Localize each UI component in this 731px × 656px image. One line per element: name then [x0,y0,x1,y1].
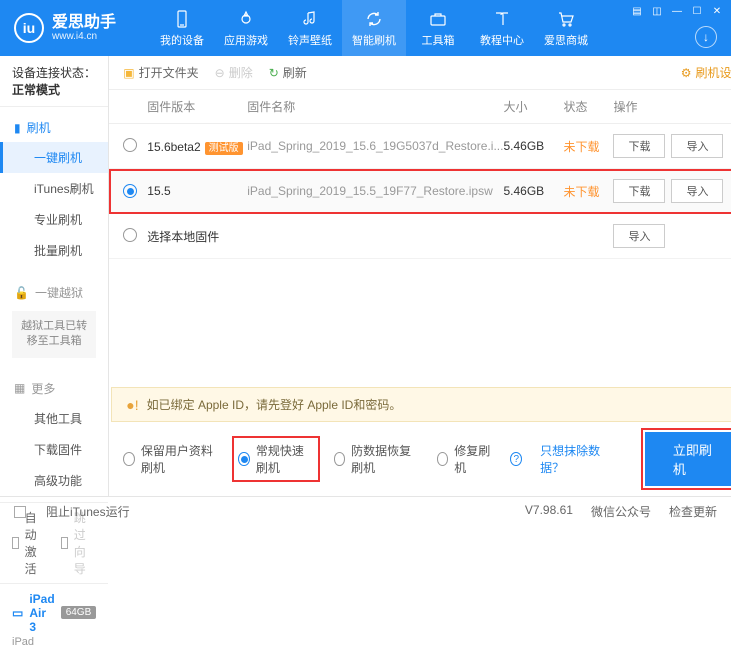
table-header: 固件版本 固件名称 大小 状态 操作 [109,90,731,124]
sidebar-group-flash[interactable]: ▮刷机 [0,113,108,142]
more-icon: ▦ [14,381,25,395]
cart-icon [556,9,576,29]
app-url: www.i4.cn [52,31,116,42]
opt-keep-data[interactable]: 保留用户资料刷机 [123,442,218,476]
firmware-radio[interactable] [123,138,137,152]
win-menu-icon[interactable]: ▤ [629,4,645,18]
sidebar-group-more[interactable]: ▦更多 [0,374,108,403]
radio-icon [238,452,250,466]
main-panel: ▣打开文件夹 ⊖删除 ↻刷新 ⚙刷机设置 固件版本 固件名称 大小 状态 操作 … [109,56,731,496]
sidebar-item-batch[interactable]: 批量刷机 [0,235,108,266]
warning-icon: ●! [126,397,138,413]
block-itunes-checkbox[interactable] [14,506,26,518]
download-button[interactable]: 下载 [613,134,665,158]
local-firmware-row[interactable]: 选择本地固件 导入 [109,214,731,259]
open-folder-button[interactable]: ▣打开文件夹 [123,64,198,81]
delete-icon: ⊖ [215,66,225,80]
sidebar-item-advanced[interactable]: 高级功能 [0,465,108,496]
jailbreak-note: 越狱工具已转移至工具箱 [12,311,96,358]
logo-icon: iu [14,13,44,43]
info-icon[interactable]: ? [510,452,522,466]
refresh-small-icon: ↻ [269,66,279,80]
opt-normal[interactable]: 常规快速刷机 [236,440,315,478]
apps-icon [236,9,256,29]
storage-badge: 64GB [61,606,97,619]
phone-small-icon: ▮ [14,121,21,135]
nav-toolbox[interactable]: 工具箱 [406,0,470,56]
nav-ringtones[interactable]: 铃声壁纸 [278,0,342,56]
warning-bar: ●! 如已绑定 Apple ID，请先登好 Apple ID和密码。 ✕ [111,387,731,422]
flash-settings-button[interactable]: ⚙刷机设置 [681,64,731,81]
music-icon [300,9,320,29]
sidebar-item-pro[interactable]: 专业刷机 [0,204,108,235]
gear-icon: ⚙ [681,66,692,80]
refresh-icon [364,9,384,29]
firmware-row[interactable]: 15.5 iPad_Spring_2019_15.5_19F77_Restore… [109,169,731,214]
firmware-radio[interactable] [123,228,137,242]
window-controls: ▤ ◫ — ☐ ✕ [629,4,725,18]
sidebar-item-downloadfw[interactable]: 下载固件 [0,434,108,465]
download-indicator-icon[interactable]: ↓ [695,26,717,48]
radio-icon [123,452,135,466]
device-card[interactable]: ▭iPad Air 364GB iPad [0,583,108,656]
sidebar-item-other[interactable]: 其他工具 [0,403,108,434]
check-update-link[interactable]: 检查更新 [669,503,717,520]
flash-now-button[interactable]: 立即刷机 [645,432,731,486]
firmware-row[interactable]: 15.6beta2测试版 iPad_Spring_2019_15.6_19G50… [109,124,731,169]
connection-status: 设备连接状态：正常模式 [0,56,108,107]
sidebar-item-oneclick[interactable]: 一键刷机 [0,142,108,173]
app-name: 爱思助手 [52,14,116,32]
radio-icon [437,452,449,466]
import-button[interactable]: 导入 [671,179,723,203]
top-nav: 我的设备 应用游戏 铃声壁纸 智能刷机 工具箱 教程中心 爱思商城 [150,0,598,56]
app-logo: iu 爱思助手 www.i4.cn [0,13,130,43]
toolbox-icon [428,9,448,29]
nav-flash[interactable]: 智能刷机 [342,0,406,56]
opt-repair[interactable]: 修复刷机 [437,442,493,476]
status-bar: 阻止iTunes运行 V7.98.61 微信公众号 检查更新 [0,496,731,526]
import-button[interactable]: 导入 [613,224,665,248]
book-icon [492,9,512,29]
erase-link[interactable]: 只想抹除数据？ [540,442,609,476]
nav-apps[interactable]: 应用游戏 [214,0,278,56]
toolbar: ▣打开文件夹 ⊖删除 ↻刷新 ⚙刷机设置 [109,56,731,90]
wechat-link[interactable]: 微信公众号 [591,503,651,520]
sidebar-item-itunes[interactable]: iTunes刷机 [0,173,108,204]
version-label: V7.98.61 [525,503,573,520]
radio-icon [334,452,346,466]
flash-options: 保留用户资料刷机 常规快速刷机 防数据恢复刷机 修复刷机 ? 只想抹除数据？ 立… [109,422,731,496]
nav-store[interactable]: 爱思商城 [534,0,598,56]
beta-tag: 测试版 [205,142,243,155]
title-bar: iu 爱思助手 www.i4.cn 我的设备 应用游戏 铃声壁纸 智能刷机 工具… [0,0,731,56]
win-min-icon[interactable]: — [669,4,685,18]
opt-anti-recovery[interactable]: 防数据恢复刷机 [334,442,419,476]
phone-icon [172,9,192,29]
skip-guide-checkbox[interactable] [61,537,68,549]
auto-activate-checkbox[interactable] [12,537,19,549]
folder-icon: ▣ [123,66,134,80]
win-skin-icon[interactable]: ◫ [649,4,665,18]
win-max-icon[interactable]: ☐ [689,4,705,18]
nav-tutorials[interactable]: 教程中心 [470,0,534,56]
tablet-icon: ▭ [12,606,23,620]
lock-icon: 🔓 [14,286,29,300]
sidebar: 设备连接状态：正常模式 ▮刷机 一键刷机 iTunes刷机 专业刷机 批量刷机 … [0,56,109,496]
refresh-button[interactable]: ↻刷新 [269,64,307,81]
sidebar-group-jailbreak[interactable]: 🔓一键越狱 [0,278,108,307]
nav-my-device[interactable]: 我的设备 [150,0,214,56]
win-close-icon[interactable]: ✕ [709,4,725,18]
delete-button[interactable]: ⊖删除 [215,64,253,81]
download-button[interactable]: 下载 [613,179,665,203]
import-button[interactable]: 导入 [671,134,723,158]
firmware-radio[interactable] [123,184,137,198]
